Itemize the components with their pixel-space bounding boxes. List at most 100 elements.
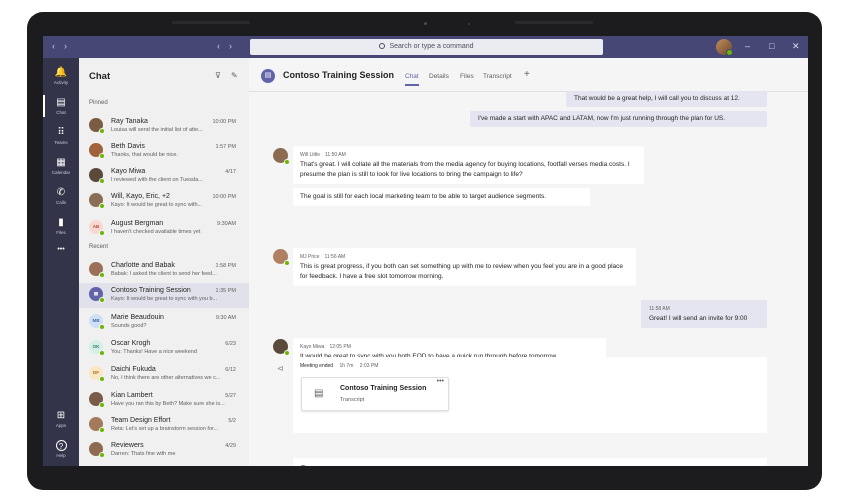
chat-list-item[interactable]: Beth Davis 1:57 PM Thanks, that would be n… bbox=[79, 139, 249, 164]
presence-icon bbox=[99, 203, 105, 209]
add-tab-icon[interactable]: + bbox=[524, 69, 530, 80]
chat-preview: Sounds good? bbox=[111, 323, 147, 329]
chat-name: Reviewers bbox=[111, 442, 144, 449]
chat-icon: ▤ bbox=[56, 97, 66, 108]
rail-label: Help bbox=[56, 453, 66, 458]
rail-chat[interactable]: ▤ Chat bbox=[43, 95, 79, 117]
apps-icon: ⊞ bbox=[56, 410, 66, 421]
rail-label: Teams bbox=[54, 140, 68, 145]
message-bubble: The goal is still for each local marketi… bbox=[293, 188, 590, 206]
chat-time: 10:00 PM bbox=[212, 119, 236, 125]
rail-files[interactable]: ▮ Files bbox=[43, 217, 79, 235]
chat-name: August Bergman bbox=[111, 220, 164, 227]
chat-name: Ray Tanaka bbox=[111, 118, 148, 125]
compose-box[interactable]: Type a new message bbox=[293, 458, 767, 466]
chat-list-item[interactable]: Ray Tanaka 10:00 PM Louisa will send the i… bbox=[79, 114, 249, 139]
presence-icon bbox=[99, 128, 105, 134]
teams-window: ‹ › ‹ › Search or type a command – □ ✕ 🔔… bbox=[43, 36, 808, 466]
avatar[interactable] bbox=[716, 39, 733, 56]
rail-calls[interactable]: ✆ Calls bbox=[43, 187, 79, 205]
meeting-ended-block: Meeting ended 1h 7m 2:03 PM ▤ Contoso Tr… bbox=[293, 357, 767, 433]
search-icon bbox=[379, 43, 386, 49]
rail-label: Activity bbox=[53, 80, 69, 85]
forward-icon[interactable]: › bbox=[229, 41, 232, 51]
presence-icon bbox=[99, 178, 105, 184]
presence-icon bbox=[99, 230, 105, 236]
chat-preview: Reta: Let's set up a brainstorm session … bbox=[111, 426, 219, 432]
minimize-icon[interactable]: – bbox=[745, 41, 750, 51]
chat-time: 5/27 bbox=[225, 393, 236, 399]
avatar bbox=[273, 339, 290, 356]
presence-icon bbox=[284, 350, 290, 356]
avatar bbox=[89, 193, 105, 209]
rail-label: Files bbox=[56, 230, 66, 235]
chat-preview: Louisa will send the initial list of att… bbox=[111, 127, 203, 133]
search-input[interactable]: Search or type a command bbox=[250, 39, 603, 55]
rail-help[interactable]: ? Help bbox=[43, 440, 79, 458]
chat-list-item[interactable]: DF Daichi Fukuda 6/12 No, I think there are… bbox=[79, 362, 249, 387]
back-icon[interactable]: ‹ bbox=[52, 41, 55, 51]
chat-list-item[interactable]: AB August Bergman 9:30AM I haven't checked … bbox=[79, 216, 249, 241]
message-time: 11:56 AM bbox=[324, 254, 346, 260]
avatar: AB bbox=[89, 220, 105, 236]
more-options-icon[interactable]: ••• bbox=[437, 378, 444, 385]
tab-details[interactable]: Details bbox=[429, 73, 449, 80]
chat-name: Will, Kayo, Eric, +2 bbox=[111, 193, 170, 200]
maximize-icon[interactable]: □ bbox=[769, 41, 774, 51]
close-icon[interactable]: ✕ bbox=[792, 41, 800, 52]
rail-label: Apps bbox=[55, 423, 67, 428]
presence-icon bbox=[99, 376, 105, 382]
chat-preview: Thanks, that would be nice. bbox=[111, 152, 178, 158]
message-text: That's great. I will collate all the mat… bbox=[300, 161, 630, 178]
chat-name: Contoso Training Session bbox=[111, 287, 191, 294]
avatar bbox=[273, 249, 290, 266]
tab-chat[interactable]: Chat bbox=[405, 73, 419, 86]
chat-list-item[interactable]: ▤ Contoso Training Session 1:35 PM Kayo: It… bbox=[79, 283, 249, 308]
new-chat-icon[interactable]: ✎ bbox=[231, 71, 238, 80]
chat-list-item[interactable]: Reviewers 4/29 Darren: Thats fine with me bbox=[79, 438, 249, 463]
chat-name: Kayo Miwa bbox=[111, 168, 146, 175]
tab-transcript[interactable]: Transcript bbox=[483, 73, 512, 80]
rail-more[interactable]: ••• bbox=[43, 244, 79, 257]
rail-calendar[interactable]: ▦ Calendar bbox=[43, 157, 79, 175]
avatar-initials: AB bbox=[92, 224, 100, 229]
rail-apps[interactable]: ⊞ Apps bbox=[43, 410, 79, 428]
tab-files[interactable]: Files bbox=[460, 73, 474, 80]
chat-name: Beth Davis bbox=[111, 143, 145, 150]
help-icon: ? bbox=[55, 440, 67, 451]
chat-list-item[interactable]: Kayo Miwa 4/17 I reviewed with the client … bbox=[79, 164, 249, 189]
message-bubble: MJ Price 11:56 AM This is great progress,… bbox=[293, 248, 636, 286]
avatar: DF bbox=[89, 366, 105, 382]
forward-icon[interactable]: › bbox=[64, 41, 67, 51]
device-button bbox=[515, 21, 593, 24]
chat-time: 1:35 PM bbox=[215, 288, 236, 294]
transcript-card[interactable]: ▤ Contoso Training Session Transcript ••… bbox=[301, 377, 449, 411]
chat-list-item[interactable]: OK Oscar Krogh 6/23 You: Thanks! Have a nic… bbox=[79, 336, 249, 361]
presence-icon bbox=[99, 452, 105, 458]
avatar-initials: OK bbox=[92, 344, 100, 349]
chat-time: 1:58 PM bbox=[215, 263, 236, 269]
presence-icon bbox=[99, 297, 105, 303]
chat-preview: Darren: Thats fine with me bbox=[111, 451, 176, 457]
chat-name: Oscar Krogh bbox=[111, 340, 151, 347]
filter-icon[interactable]: ⊽ bbox=[215, 71, 221, 80]
rail-teams[interactable]: ⠿ Teams bbox=[43, 127, 79, 145]
rail-activity[interactable]: 🔔 Activity bbox=[43, 67, 79, 85]
chat-name: Team Design Effort bbox=[111, 417, 171, 424]
chat-preview: Kayo: It would be great to sync with... bbox=[111, 202, 203, 208]
chat-list-item[interactable]: MB Marie Beaudouin 9:30 AM Sounds good? bbox=[79, 310, 249, 335]
presence-icon bbox=[284, 159, 290, 165]
sender-name: MJ Price bbox=[300, 254, 320, 260]
device-button bbox=[172, 21, 250, 24]
back-icon[interactable]: ‹ bbox=[217, 41, 220, 51]
chat-time: 10:00 PM bbox=[212, 194, 236, 200]
avatar-initials: MB bbox=[92, 318, 100, 323]
chat-time: 5/2 bbox=[228, 418, 236, 424]
chat-time: 4/29 bbox=[225, 443, 236, 449]
chat-list-item[interactable]: Charlotte and Babak 1:58 PM Babak: I asked… bbox=[79, 258, 249, 283]
chat-list-item[interactable]: Team Design Effort 5/2 Reta: Let's set up … bbox=[79, 413, 249, 438]
presence-icon bbox=[284, 260, 290, 266]
chat-list-item[interactable]: Kian Lambert 5/27 Have you ran this by Bet… bbox=[79, 388, 249, 413]
chat-list-item[interactable]: Will, Kayo, Eric, +2 10:00 PM Kayo: It wou… bbox=[79, 189, 249, 214]
avatar bbox=[89, 417, 105, 433]
